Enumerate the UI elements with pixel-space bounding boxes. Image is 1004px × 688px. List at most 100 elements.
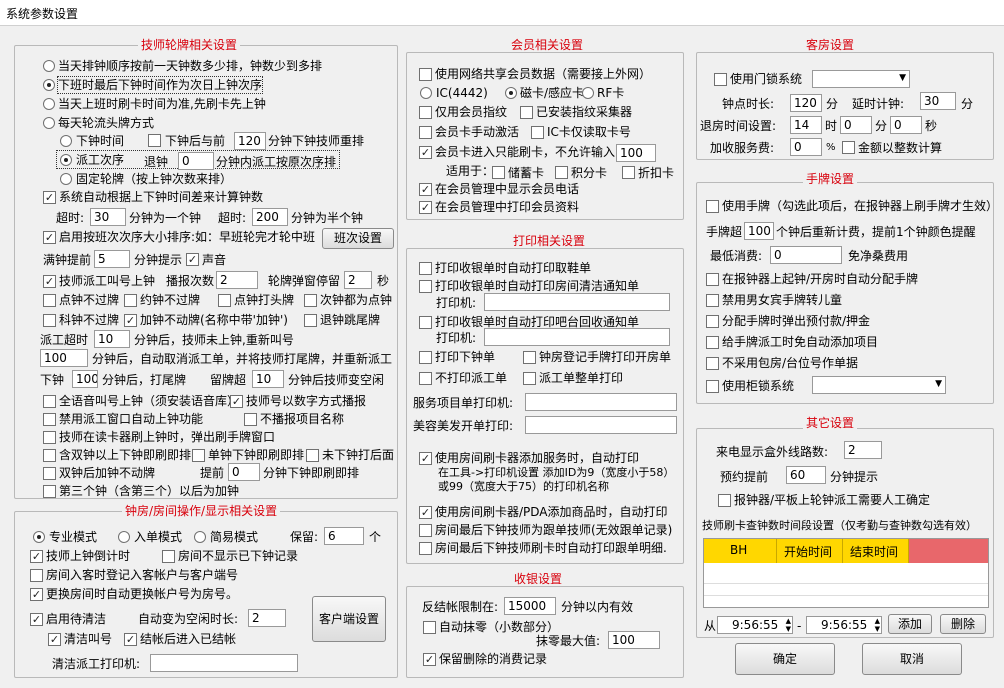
checkbox-int[interactable]: [842, 141, 855, 154]
checkbox-finger2[interactable]: [520, 106, 533, 119]
checkbox-reg[interactable]: [30, 569, 43, 582]
overtime-input2[interactable]: 200: [252, 208, 288, 226]
dispatch-ot-input[interactable]: 10: [94, 330, 130, 348]
ok-button[interactable]: 确定: [735, 643, 835, 675]
round-max-input[interactable]: 100: [608, 631, 660, 649]
checkbox-h2[interactable]: [706, 294, 719, 307]
limit-input[interactable]: 15000: [504, 597, 556, 615]
checkbox-a2[interactable]: [555, 166, 568, 179]
radio-rf[interactable]: [582, 87, 594, 99]
checkbox-confirm[interactable]: [718, 494, 731, 507]
after-clock-input[interactable]: 120: [234, 132, 266, 150]
checkbox-pr10[interactable]: [419, 524, 432, 537]
checkbox-round[interactable]: [423, 621, 436, 634]
door-select[interactable]: ▼: [812, 70, 910, 88]
beauty-printer-input[interactable]: [525, 416, 677, 434]
only-card-input[interactable]: 100: [616, 144, 656, 162]
hp-input[interactable]: 100: [744, 222, 774, 240]
time-end-input[interactable]: 9:56:55 ▲ ▼: [806, 616, 882, 634]
full-remind-input[interactable]: 5: [94, 250, 130, 268]
checkbox-pr8[interactable]: ✓: [419, 452, 432, 465]
checkbox-pr9[interactable]: ✓: [419, 506, 432, 519]
delay-input[interactable]: 30: [920, 92, 956, 110]
client-settings-button[interactable]: 客户端设置: [312, 596, 386, 642]
checkbox-pr6[interactable]: [419, 372, 432, 385]
checkbox-pr3[interactable]: [419, 316, 432, 329]
radio-rule2[interactable]: [43, 79, 55, 91]
radio-dispatch-order[interactable]: [60, 154, 72, 166]
checkbox-p2[interactable]: [124, 294, 137, 307]
overtime-input1[interactable]: 30: [90, 208, 126, 226]
checkbox-pr7[interactable]: [523, 372, 536, 385]
clock-input[interactable]: 100: [72, 370, 98, 388]
radio-simple[interactable]: [194, 531, 206, 543]
lock-select[interactable]: ▼: [812, 376, 946, 394]
checkbox-sec-clock[interactable]: [43, 449, 56, 462]
checkbox-after-clock[interactable]: [148, 134, 161, 147]
checkbox-door[interactable]: [714, 73, 727, 86]
clean-printer-input[interactable]: [150, 654, 298, 672]
radio-ic[interactable]: [420, 87, 432, 99]
radio-rule4[interactable]: [43, 117, 55, 129]
checkbox-pr1[interactable]: [419, 262, 432, 275]
radio-mag[interactable]: [505, 87, 517, 99]
checkbox-num[interactable]: ✓: [230, 395, 243, 408]
cancel-button[interactable]: 取消: [862, 643, 962, 675]
checkbox-show-phone[interactable]: ✓: [419, 183, 432, 196]
checkbox-call[interactable]: ✓: [43, 275, 56, 288]
spin-icon[interactable]: ▲ ▼: [786, 617, 791, 633]
stop-input[interactable]: 2: [344, 271, 372, 289]
checkbox-double[interactable]: [43, 467, 56, 480]
low-input[interactable]: 0: [770, 246, 842, 264]
checkbox-auto-calc[interactable]: ✓: [43, 191, 56, 204]
checkbox-shared[interactable]: [419, 68, 432, 81]
checkbox-change[interactable]: ✓: [30, 588, 43, 601]
auto-free-input[interactable]: 2: [248, 609, 286, 627]
delete-button[interactable]: 删除: [940, 614, 986, 634]
checkbox-p4[interactable]: [304, 294, 317, 307]
checkbox-sound[interactable]: ✓: [186, 253, 199, 266]
checkbox-p3[interactable]: [218, 294, 231, 307]
radio-rule3[interactable]: [43, 98, 55, 110]
checkbox-finger[interactable]: [419, 106, 432, 119]
spin-icon[interactable]: ▲ ▼: [875, 617, 880, 633]
radio-entry[interactable]: [118, 531, 130, 543]
min-input[interactable]: 0: [840, 116, 872, 134]
checkbox-clean[interactable]: ✓: [30, 613, 43, 626]
fee-input[interactable]: 0: [790, 138, 822, 156]
time-start-input[interactable]: 9:56:55 ▲ ▼: [717, 616, 793, 634]
checkbox-p5[interactable]: [43, 314, 56, 327]
checkbox-a3[interactable]: [622, 166, 635, 179]
shift-settings-button[interactable]: 班次设置: [322, 228, 394, 249]
radio-rule1[interactable]: [43, 60, 55, 72]
checkbox-p6[interactable]: ✓: [124, 314, 137, 327]
checkbox-use-handcard[interactable]: [706, 200, 719, 213]
radio-off-time[interactable]: [60, 135, 72, 147]
checkbox-a1[interactable]: [492, 166, 505, 179]
stay-input[interactable]: 10: [252, 370, 284, 388]
checkbox-only-card[interactable]: ✓: [419, 146, 432, 159]
checkbox-p7[interactable]: [304, 314, 317, 327]
checkbox-timer[interactable]: ✓: [30, 550, 43, 563]
checkbox-manual[interactable]: [419, 126, 432, 139]
tuizhong-input[interactable]: 0: [178, 152, 214, 170]
checkbox-h5[interactable]: [706, 357, 719, 370]
checkbox-pr2[interactable]: [419, 280, 432, 293]
start-input[interactable]: 120: [790, 94, 822, 112]
checkbox-shift-sort[interactable]: ✓: [43, 231, 56, 244]
checkbox-after-close[interactable]: ✓: [124, 633, 137, 646]
checkbox-clean-call[interactable]: ✓: [48, 633, 61, 646]
radio-pro[interactable]: [33, 531, 45, 543]
checkbox-sec3[interactable]: [306, 449, 319, 462]
checkbox-noplay[interactable]: [244, 413, 257, 426]
checkbox-icread[interactable]: [531, 126, 544, 139]
checkbox-pr11[interactable]: [419, 542, 432, 555]
checkbox-h4[interactable]: [706, 336, 719, 349]
sec-input[interactable]: 0: [890, 116, 922, 134]
ahead-input[interactable]: 0: [228, 463, 260, 481]
checkbox-voice[interactable]: [43, 395, 56, 408]
svc-printer-input[interactable]: [525, 393, 677, 411]
checkbox-forbid[interactable]: [43, 413, 56, 426]
checkbox-p1[interactable]: [43, 294, 56, 307]
cancel-input[interactable]: 100: [40, 349, 88, 367]
